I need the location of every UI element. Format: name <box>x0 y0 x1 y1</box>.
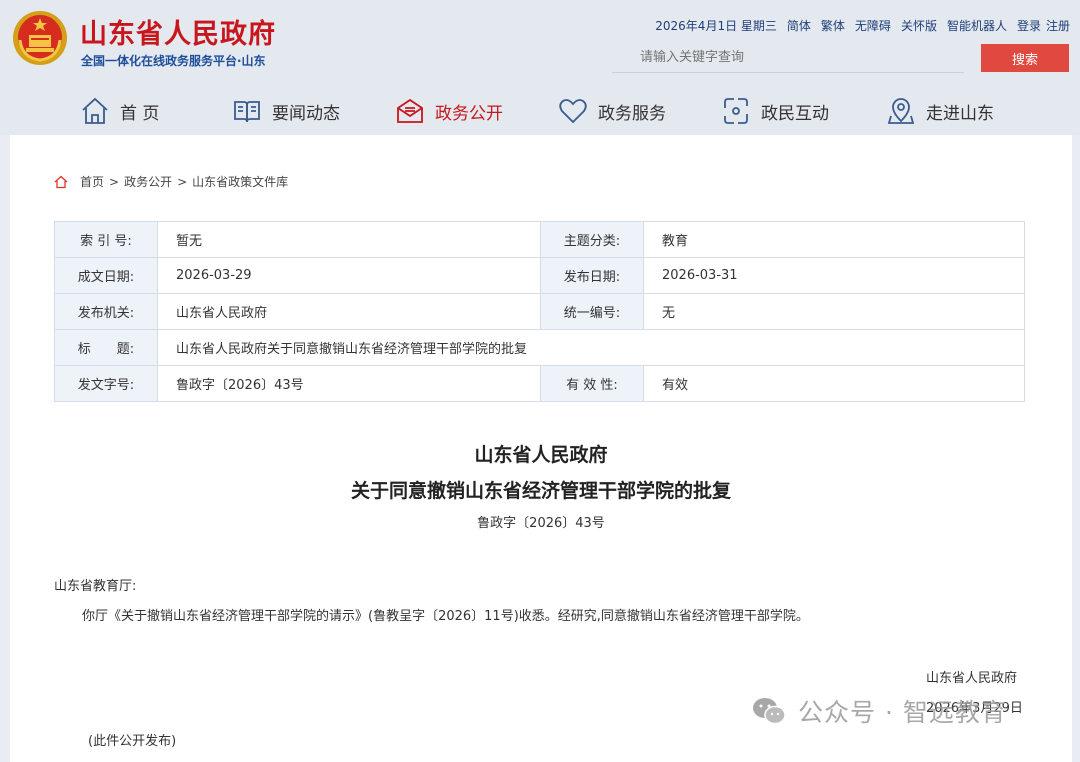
validity-label: 有 效 性: <box>540 365 644 402</box>
national-emblem-icon <box>13 11 67 65</box>
breadcrumb-separator: > <box>109 174 120 189</box>
nav-label-home: 首 页 <box>120 103 160 124</box>
search-box <box>612 44 964 73</box>
index-label: 索 引 号: <box>54 221 158 258</box>
index-value: 暂无 <box>157 221 541 258</box>
document-title-issuer: 山东省人民政府 <box>474 444 608 466</box>
document-title: 关于同意撤销山东省经济管理干部学院的批复 <box>350 480 731 502</box>
book-icon <box>234 101 260 123</box>
table-row: 标 题: 山东省人民政府关于同意撤销山东省经济管理干部学院的批复 <box>54 329 1025 366</box>
link-simplified[interactable]: 简体 <box>787 17 811 34</box>
home-icon <box>54 175 68 188</box>
document-body: 你厅《关于撤销山东省经济管理干部学院的请示》(鲁教呈字〔2026〕11号)收悉。… <box>82 609 809 624</box>
link-smart-robot[interactable]: 智能机器人 <box>947 17 1007 34</box>
document-meta-table: 索 引 号: 暂无 主题分类: 教育 成文日期: 2026-03-29 发布日期… <box>54 221 1025 402</box>
breadcrumb-gov-affairs[interactable]: 政务公开 <box>124 173 172 190</box>
interaction-icon <box>724 98 748 124</box>
nav-label-news: 要闻动态 <box>272 103 340 124</box>
current-date: 2026年4月1日 星期三 <box>655 19 777 33</box>
doc-number-value: 鲁政字〔2026〕43号 <box>157 365 541 402</box>
nav-item-interaction[interactable]: 政民互动 <box>721 88 829 134</box>
table-row: 发布机关: 山东省人民政府 统一编号: 无 <box>54 293 1025 330</box>
mail-open-icon <box>397 98 423 123</box>
home-icon <box>82 97 108 124</box>
search-input[interactable] <box>612 44 964 70</box>
watermark-text: 公众号 · 智远教育 <box>798 698 1007 727</box>
signature-org: 山东省人民政府 <box>926 671 1018 686</box>
link-accessibility[interactable]: 无障碍 <box>855 17 891 34</box>
unified-code-label: 统一编号: <box>540 293 644 330</box>
nav-item-gov-affairs[interactable]: 政务公开 <box>395 88 503 134</box>
publisher-label: 发布机关: <box>54 293 158 330</box>
main-nav: 首 页 要闻动态 政务公开 政务服务 政民互动 走进山东 <box>0 88 1080 134</box>
site-title[interactable]: 山东省人民政府 <box>80 12 276 51</box>
site-subtitle: 全国一体化在线政务服务平台·山东 <box>81 54 266 68</box>
table-row: 索 引 号: 暂无 主题分类: 教育 <box>54 221 1025 258</box>
topic-label: 主题分类: <box>540 221 644 258</box>
heart-icon <box>559 99 587 124</box>
breadcrumb-policy-library[interactable]: 山东省政策文件库 <box>192 173 288 190</box>
nav-label-gov-affairs: 政务公开 <box>435 103 503 124</box>
map-pin-icon <box>887 98 915 124</box>
document-addressee: 山东省教育厅: <box>54 579 137 594</box>
doc-number-label: 发文字号: <box>54 365 158 402</box>
title-label: 标 题: <box>54 329 158 366</box>
link-traditional[interactable]: 繁体 <box>821 17 845 34</box>
unified-code-value: 无 <box>643 293 1025 330</box>
validity-value: 有效 <box>643 365 1025 402</box>
title-value: 山东省人民政府关于同意撤销山东省经济管理干部学院的批复 <box>157 329 1025 366</box>
wechat-icon <box>753 698 786 725</box>
link-care-version[interactable]: 关怀版 <box>901 17 937 34</box>
watermark: 公众号 · 智远教育 <box>752 693 1007 729</box>
written-date-label: 成文日期: <box>54 257 158 294</box>
table-row: 成文日期: 2026-03-29 发布日期: 2026-03-31 <box>54 257 1025 294</box>
link-login[interactable]: 登录 <box>1017 17 1041 34</box>
public-release-note: (此件公开发布) <box>88 734 177 749</box>
breadcrumb-home[interactable]: 首页 <box>80 173 104 190</box>
document-number: 鲁政字〔2026〕43号 <box>477 516 605 531</box>
link-register[interactable]: 注册 <box>1046 17 1070 34</box>
nav-item-gov-services[interactable]: 政务服务 <box>558 88 666 134</box>
breadcrumb-separator: > <box>177 174 188 189</box>
nav-item-shandong[interactable]: 走进山东 <box>886 88 994 134</box>
publish-date-label: 发布日期: <box>540 257 644 294</box>
publish-date-value: 2026-03-31 <box>643 257 1025 294</box>
main-content: 首页 > 政务公开 > 山东省政策文件库 索 引 号: 暂无 主题分类: 教育 … <box>10 135 1072 762</box>
search-button[interactable]: 搜索 <box>981 44 1069 72</box>
nav-item-news[interactable]: 要闻动态 <box>232 88 340 134</box>
written-date-value: 2026-03-29 <box>157 257 541 294</box>
nav-label-gov-services: 政务服务 <box>598 103 666 124</box>
nav-label-shandong: 走进山东 <box>926 103 994 124</box>
top-links: 2026年4月1日 星期三 简体 繁体 无障碍 关怀版 智能机器人 登录 注册 <box>655 17 1070 34</box>
topic-value: 教育 <box>643 221 1025 258</box>
nav-label-interaction: 政民互动 <box>761 103 829 124</box>
table-row: 发文字号: 鲁政字〔2026〕43号 有 效 性: 有效 <box>54 365 1025 402</box>
breadcrumb: 首页 > 政务公开 > 山东省政策文件库 <box>54 173 288 190</box>
nav-item-home[interactable]: 首 页 <box>80 88 159 134</box>
site-header: 山东省人民政府 全国一体化在线政务服务平台·山东 2026年4月1日 星期三 简… <box>0 0 1080 135</box>
publisher-value: 山东省人民政府 <box>157 293 541 330</box>
